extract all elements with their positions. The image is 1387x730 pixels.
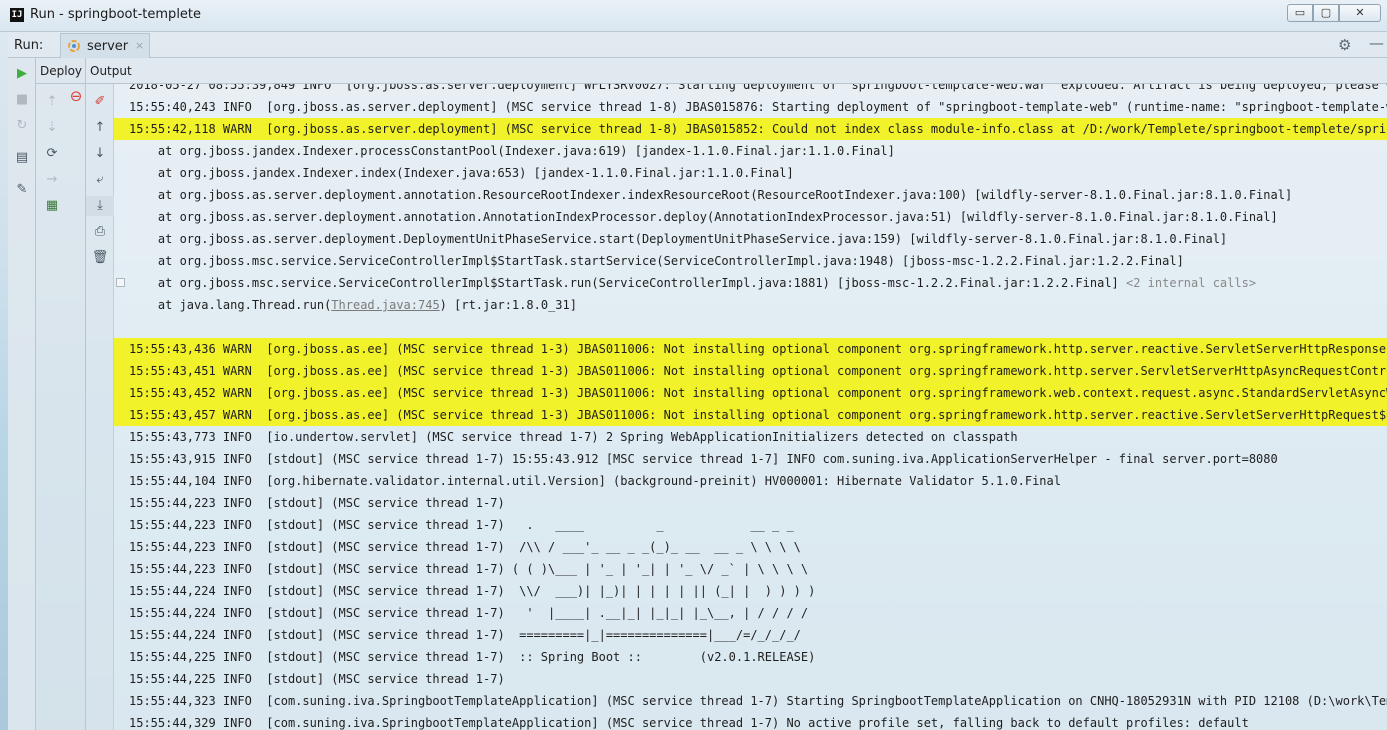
run-toolwindow-header: Run: server × ⚙ — <box>8 32 1387 58</box>
arrow-right-icon[interactable]: → <box>38 170 66 190</box>
pin-icon[interactable]: ✎ <box>8 180 36 200</box>
output-tab-label[interactable]: Output <box>90 64 132 78</box>
deployment-panel: Deploy ⇡ ⇣ ⟳ → ▦ ⊖ <box>36 58 86 730</box>
console-line: 15:55:43,915 INFO [stdout] (MSC service … <box>129 452 1278 466</box>
fold-toggle-icon[interactable] <box>116 278 125 287</box>
layout-icon[interactable]: ▤ <box>8 148 36 168</box>
refresh-icon[interactable]: ⟳ <box>38 144 66 164</box>
console-line: 15:55:44,223 INFO [stdout] (MSC service … <box>129 496 505 510</box>
console-line: 15:55:40,243 INFO [org.jboss.as.server.d… <box>129 100 1387 114</box>
console-warn-line: 15:55:43,436 WARN [org.jboss.as.ee] (MSC… <box>114 338 1387 360</box>
tab-close-icon[interactable]: × <box>135 39 144 52</box>
rerun-icon[interactable]: ↻ <box>8 116 36 136</box>
deploy-down-icon[interactable]: ⇣ <box>38 118 66 138</box>
window-maximize-button[interactable]: ▢ <box>1313 4 1339 22</box>
deploy-all-icon[interactable]: ▦ <box>38 196 66 216</box>
console-line: 15:55:44,323 INFO [com.suning.iva.Spring… <box>129 694 1387 708</box>
trace-text: at org.jboss.msc.service.ServiceControll… <box>129 276 1126 290</box>
window-title: Run - springboot-templete <box>30 7 202 22</box>
run-label: Run: <box>14 38 44 53</box>
source-link[interactable]: Thread.java:745 <box>331 298 439 312</box>
console-line: 15:55:44,223 INFO [stdout] (MSC service … <box>129 562 809 576</box>
gear-icon[interactable]: ⚙ <box>1338 36 1351 54</box>
console-line: 15:55:44,224 INFO [stdout] (MSC service … <box>129 628 801 642</box>
scroll-end-icon[interactable]: ⤓ <box>86 196 114 216</box>
console-output[interactable]: 2018-05-27 08:55:39,849 INFO [org.jboss.… <box>114 84 1387 730</box>
console-line: 15:55:44,224 INFO [stdout] (MSC service … <box>129 606 809 620</box>
run-icon[interactable]: ▶ <box>8 64 36 84</box>
stop-icon[interactable]: ■ <box>8 90 36 110</box>
soft-wrap-icon[interactable]: ⤶ <box>86 170 114 190</box>
window-close-button[interactable]: ✕ <box>1339 4 1381 22</box>
clear-icon[interactable]: ✐ <box>86 92 114 112</box>
console-trace-line: at org.jboss.as.server.deployment.annota… <box>129 188 1293 202</box>
console-trace-line: at org.jboss.jandex.Indexer.index(Indexe… <box>129 166 794 180</box>
console-line: 15:55:44,329 INFO [com.suning.iva.Spring… <box>129 716 1249 730</box>
console-trace-line: at org.jboss.as.server.deployment.annota… <box>129 210 1278 224</box>
server-config-icon <box>68 40 80 52</box>
deployment-header[interactable]: Deploy <box>36 58 86 84</box>
minimize-panel-icon[interactable]: — <box>1369 34 1384 52</box>
trace-text: at java.lang.Thread.run( <box>129 298 332 312</box>
console-trace-line: at java.lang.Thread.run(Thread.java:745)… <box>114 294 1387 316</box>
print-icon[interactable]: ⎙ <box>86 222 114 242</box>
console-warn-line: 15:55:43,452 WARN [org.jboss.as.ee] (MSC… <box>114 382 1387 404</box>
output-toolbar: ✐ ↑ ↓ ⤶ ⤓ ⎙ 🗑 <box>86 84 114 730</box>
window-minimize-button[interactable]: ▭ <box>1287 4 1313 22</box>
console-line: 2018-05-27 08:55:39,849 INFO [org.jboss.… <box>129 84 1387 92</box>
window-titlebar: IJ Run - springboot-templete ▭ ▢ ✕ <box>0 0 1387 32</box>
up-arrow-icon[interactable]: ↑ <box>86 118 114 138</box>
console-warn-line: 15:55:42,118 WARN [org.jboss.as.server.d… <box>114 118 1387 140</box>
intellij-app-icon: IJ <box>10 8 24 22</box>
console-trace-line: at org.jboss.jandex.Indexer.processConst… <box>129 144 895 158</box>
output-header: Output <box>86 58 1387 84</box>
console-line: 15:55:44,224 INFO [stdout] (MSC service … <box>129 584 816 598</box>
trace-text: ) [rt.jar:1.8.0_31] <box>439 298 577 312</box>
tab-server-label: server <box>87 39 129 54</box>
console-line: 15:55:44,104 INFO [org.hibernate.validat… <box>129 474 1061 488</box>
run-left-toolbar: ▶ ■ ↻ ▤ ✎ <box>8 58 36 730</box>
console-trace-line: at org.jboss.msc.service.ServiceControll… <box>129 254 1184 268</box>
console-line: 15:55:44,225 INFO [stdout] (MSC service … <box>129 650 816 664</box>
console-trace-line: at org.jboss.msc.service.ServiceControll… <box>114 272 1387 294</box>
console-line: 15:55:44,225 INFO [stdout] (MSC service … <box>129 672 505 686</box>
down-arrow-icon[interactable]: ↓ <box>86 144 114 164</box>
console-line: 15:55:43,773 INFO [io.undertow.servlet] … <box>129 430 1018 444</box>
tab-server[interactable]: server × <box>60 33 150 58</box>
console-line: 15:55:44,223 INFO [stdout] (MSC service … <box>129 518 794 532</box>
internal-calls-fold[interactable]: <2 internal calls> <box>1126 276 1256 290</box>
console-warn-line: 15:55:43,451 WARN [org.jboss.as.ee] (MSC… <box>114 360 1387 382</box>
console-line: 15:55:44,223 INFO [stdout] (MSC service … <box>129 540 801 554</box>
console-trace-line: at org.jboss.as.server.deployment.Deploy… <box>129 232 1228 246</box>
console-warn-line: 15:55:43,457 WARN [org.jboss.as.ee] (MSC… <box>114 404 1387 426</box>
trash-icon[interactable]: 🗑 <box>86 248 114 268</box>
